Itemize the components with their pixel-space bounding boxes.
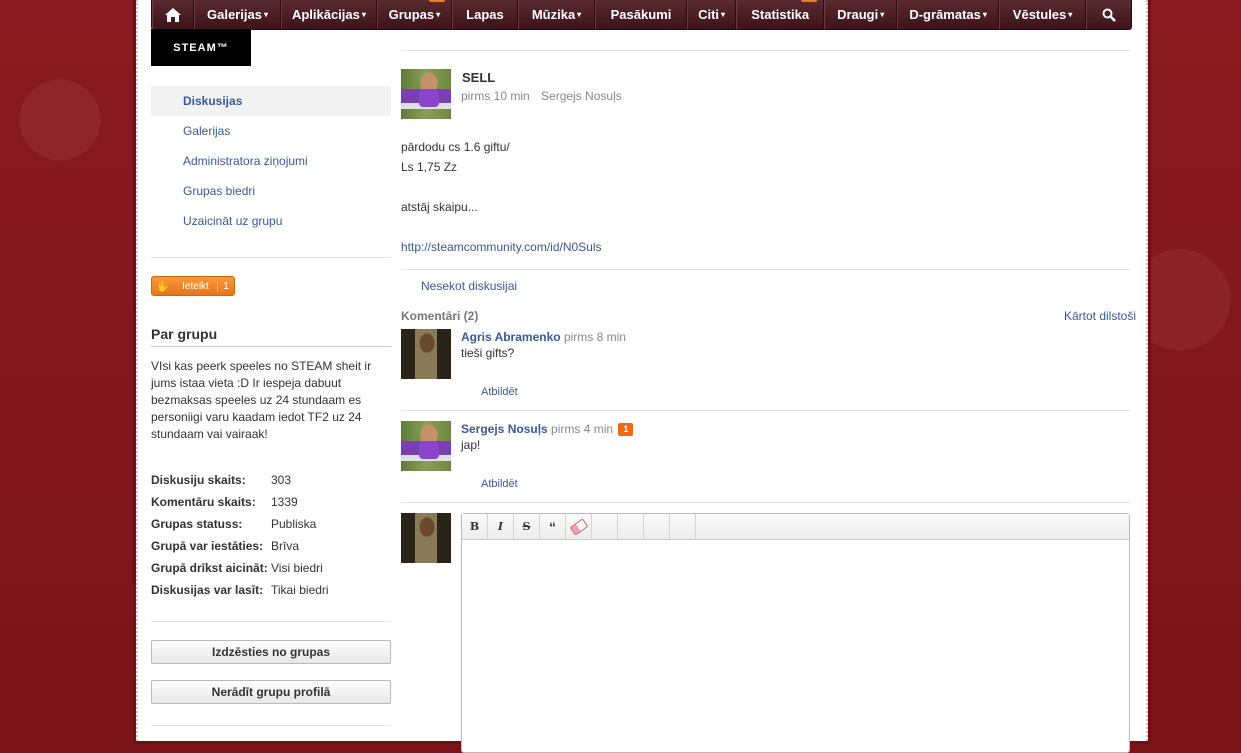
clear-format-button[interactable] — [566, 514, 592, 539]
comment-editor[interactable]: B I S “ — [461, 513, 1130, 753]
nav-item-vestules[interactable]: Vēstules ▾ — [998, 0, 1087, 29]
nav-item-muzika[interactable]: Mūzika ▾ — [517, 0, 596, 29]
stat-row: Diskusiju skaits: 303 — [151, 473, 292, 487]
chevron-down-icon: ▾ — [982, 10, 987, 19]
avatar — [401, 513, 451, 563]
stat-row: Grupā var iestāties: Brīva — [151, 539, 300, 553]
post-time: pirms 10 min — [461, 89, 530, 103]
avatar[interactable] — [401, 69, 451, 119]
toolbar-button-empty[interactable] — [618, 514, 644, 539]
divider — [151, 346, 391, 347]
stat-row: Grupā drīkst aicināt: Visi biedri — [151, 561, 323, 575]
chevron-down-icon: ▾ — [361, 10, 366, 19]
recommend-count: 1 — [217, 280, 234, 292]
divider — [151, 621, 391, 622]
chevron-down-icon: ▾ — [577, 10, 582, 19]
notification-badge — [429, 0, 446, 2]
home-button[interactable] — [152, 0, 194, 29]
nav-item-aplikacijas[interactable]: Aplikācijas ▾ — [281, 0, 377, 29]
toolbar-button-empty[interactable] — [592, 514, 618, 539]
quote-button[interactable]: “ — [540, 514, 566, 539]
menu-item-galerijas[interactable]: Galerijas — [151, 116, 391, 146]
toolbar-button-empty[interactable] — [670, 514, 696, 539]
about-text: VIsi kas peerk speeles no STEAM sheit ir… — [151, 359, 372, 441]
main-navigation: Galerijas ▾ Aplikācijas ▾ Grupas ▾ Lapas Mū… — [151, 0, 1132, 30]
sort-link[interactable]: Kārtot dilstoši — [1064, 309, 1136, 323]
comments-title: Komentāri (2) — [401, 309, 479, 323]
menu-item-diskusijas[interactable]: Diskusijas — [151, 86, 391, 116]
stat-row: Komentāru skaits: 1339 — [151, 495, 298, 509]
avatar[interactable] — [401, 329, 451, 379]
comment-header: Agris Abramenko pirms 8 min — [461, 330, 626, 344]
thumbs-up-icon: ✋ — [156, 280, 170, 293]
nav-item-pasakumi[interactable]: Pasākumi — [595, 0, 687, 29]
search-button[interactable] — [1086, 0, 1131, 29]
avatar[interactable] — [401, 421, 451, 471]
reply-link[interactable]: Atbildēt — [481, 386, 518, 398]
editor-toolbar: B I S “ — [462, 514, 1129, 540]
comment-time: pirms 8 min — [563, 330, 626, 344]
nav-item-galerijas[interactable]: Galerijas ▾ — [193, 0, 282, 29]
post-link[interactable]: http://steamcommunity.com/id/N0Suls — [401, 237, 602, 257]
comment-text: jap! — [461, 438, 481, 452]
group-stats: Diskusiju skaits: 303 Komentāru skaits: 13… — [151, 469, 391, 601]
chevron-down-icon: ▾ — [880, 10, 885, 19]
post-title: SELL — [462, 70, 496, 85]
stat-row: Grupas statuss: Publiska — [151, 517, 317, 531]
divider — [401, 50, 1130, 51]
page-container: Galerijas ▾ Aplikācijas ▾ Grupas ▾ Lapas Mū… — [136, 0, 1148, 753]
menu-item-admin-messages[interactable]: Administratora ziņojumi — [151, 146, 391, 176]
toolbar-button-empty[interactable] — [644, 514, 670, 539]
nav-item-lapas[interactable]: Lapas — [452, 0, 518, 29]
post-meta: pirms 10 min Sergejs Nosuļs — [461, 89, 630, 103]
menu-item-members[interactable]: Grupas biedri — [151, 176, 391, 206]
leave-group-button[interactable]: Izdzēsties no grupas — [151, 640, 391, 664]
nav-item-statistika[interactable]: Statistika — [736, 0, 824, 29]
divider — [401, 269, 1130, 270]
eraser-icon — [569, 517, 588, 536]
comment-time: pirms 4 min — [551, 422, 614, 436]
comment-text: tieši gifts? — [461, 346, 515, 360]
recommend-button[interactable]: ✋ Ieteikt 1 — [151, 276, 235, 296]
group-menu: Diskusijas Galerijas Administratora ziņo… — [151, 86, 391, 236]
divider — [401, 410, 1130, 411]
menu-item-invite[interactable]: Uzaicināt uz grupu — [151, 206, 391, 236]
nav-item-d-gramatas[interactable]: D-grāmatas ▾ — [897, 0, 999, 29]
strikethrough-button[interactable]: S — [514, 514, 540, 539]
divider — [401, 502, 1130, 503]
post-author-link[interactable]: Sergejs Nosuļs — [541, 89, 622, 103]
nav-item-citi[interactable]: Citi ▾ — [686, 0, 737, 29]
comment-author-link[interactable]: Agris Abramenko — [461, 330, 561, 344]
nav-item-draugi[interactable]: Draugi ▾ — [823, 0, 898, 29]
chevron-down-icon: ▾ — [263, 10, 268, 19]
home-icon — [164, 7, 181, 22]
divider — [151, 257, 391, 258]
chevron-down-icon: ▾ — [436, 10, 441, 19]
notification-badge — [800, 0, 817, 2]
comment-author-link[interactable]: Sergejs Nosuļs — [461, 422, 548, 436]
about-title: Par grupu — [151, 326, 218, 342]
italic-button[interactable]: I — [488, 514, 514, 539]
comment-header: Sergejs Nosuļs pirms 4 min 1 — [461, 422, 634, 436]
search-icon — [1102, 8, 1117, 22]
chevron-down-icon: ▾ — [1068, 10, 1073, 19]
bold-button[interactable]: B — [462, 514, 488, 539]
divider — [151, 725, 391, 726]
editor-textarea[interactable] — [462, 540, 1129, 740]
group-logo[interactable]: STEAM™ — [151, 29, 251, 66]
reply-link[interactable]: Atbildēt — [481, 478, 518, 490]
stat-row: Diskusijas var lasīt: Tikai biedri — [151, 583, 329, 597]
post-body: pārdodu cs 1.6 giftu/ Ls 1,75 Zz atstāj … — [401, 137, 602, 257]
nav-item-grupas[interactable]: Grupas ▾ — [376, 0, 453, 29]
hide-group-button[interactable]: Nerādīt grupu profilā — [151, 680, 391, 704]
chevron-down-icon: ▾ — [721, 10, 726, 19]
comment-rating-badge[interactable]: 1 — [618, 423, 634, 436]
unfollow-link[interactable]: Nesekot diskusijai — [421, 279, 517, 293]
